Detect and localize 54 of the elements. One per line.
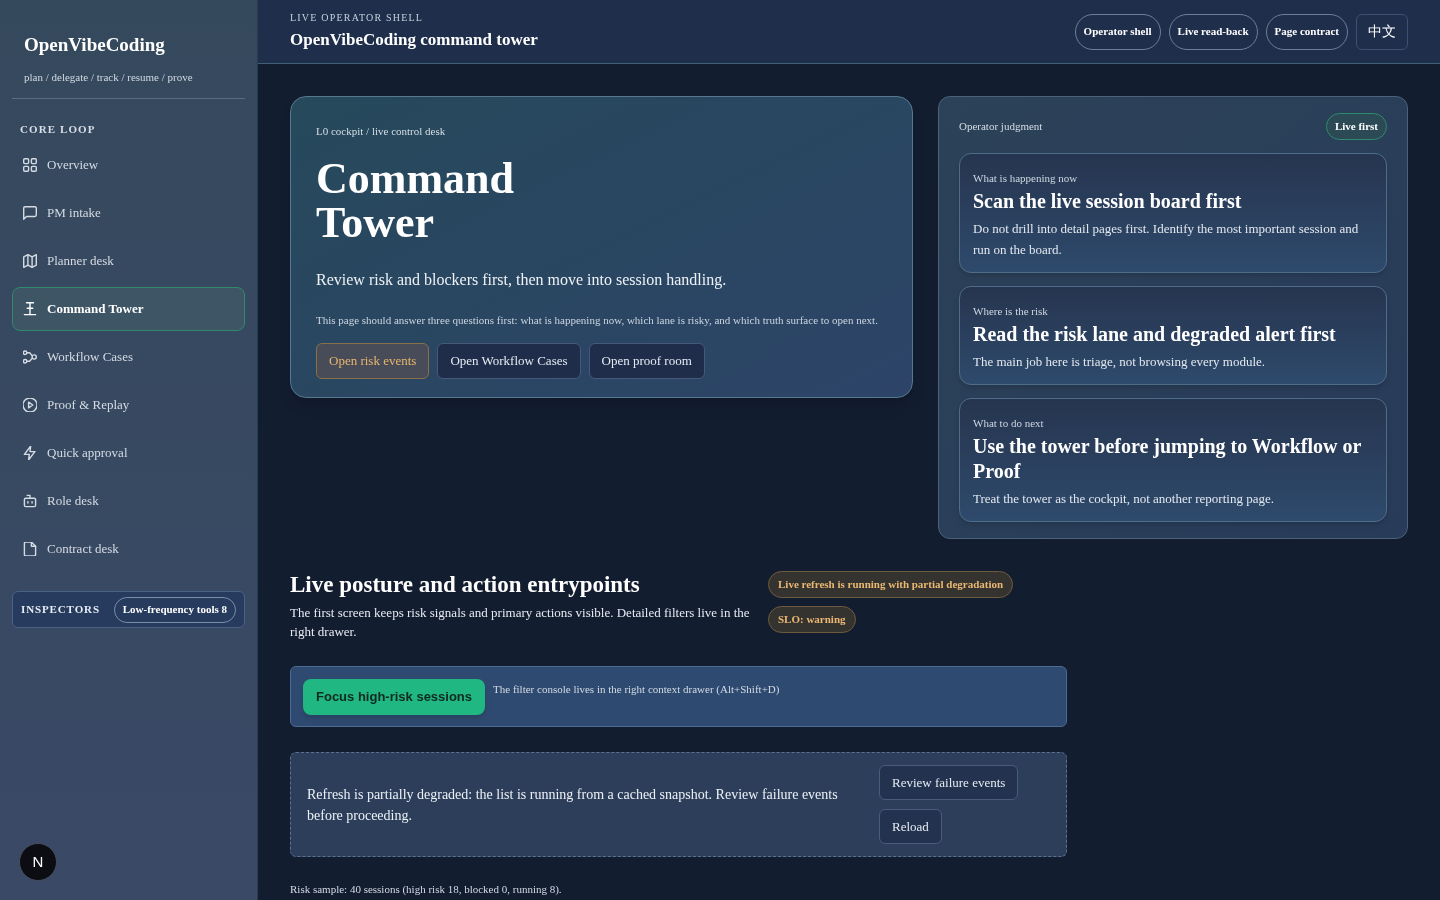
card-label: Where is the risk — [973, 304, 1049, 318]
action-button[interactable]: Open Workflow Cases — [437, 343, 581, 379]
card-title: Read the risk lane and degraded alert first — [973, 322, 1337, 347]
panel-title: Operator judgment — [959, 119, 1043, 135]
alert-button[interactable]: Review failure events — [879, 765, 1019, 800]
card-label: What is happening now — [973, 171, 1079, 185]
nav-item[interactable]: Command Tower — [12, 287, 245, 331]
card-text: The main job here is triage, not browsing every module. — [973, 353, 1267, 371]
nav-item[interactable]: Role desk — [12, 479, 245, 523]
file-icon — [23, 542, 37, 556]
nav-item[interactable]: PM intake — [12, 191, 245, 235]
nav-item[interactable]: Quick approval — [12, 431, 245, 475]
alert-message: Refresh is partially degraded: the list is running from a cached snapshot. Review failure events before proceeding. — [307, 785, 839, 825]
footer-note: Risk sample: 40 sessions (high risk 18, blocked 0, running 8). — [290, 883, 563, 895]
filter-note: The filter console lives in the right context drawer (Alt+Shift+D) — [493, 682, 780, 697]
status-badge: Live first — [1325, 113, 1387, 140]
grid-icon — [23, 158, 37, 172]
section-label: INSPECTORS — [21, 602, 100, 618]
play-icon — [23, 398, 37, 412]
lightning-icon — [23, 446, 37, 460]
action-button[interactable]: Open proof room — [588, 343, 705, 379]
nav-item[interactable]: Proof & Replay — [12, 383, 245, 427]
alert-button[interactable]: Reload — [879, 809, 942, 844]
hero-note: This page should answer three questions first: what is happening now, which lane is risky, and which truth surface to open next. — [316, 313, 879, 328]
hero-subtitle: Review risk and blockers first, then move into session handling. — [316, 270, 728, 291]
section-label: CORE LOOP — [19, 122, 97, 136]
section-description: The first screen keeps risk signals and primary actions visible. Detailed filters live in the right drawer. — [290, 604, 751, 641]
hero-title: Command Tower — [316, 157, 516, 245]
nav-item[interactable]: Workflow Cases — [12, 335, 245, 379]
card-text: Treat the tower as the cockpit, not another reporting page. — [973, 490, 1275, 508]
page-title: OpenVibeCoding command tower — [290, 29, 538, 51]
card-title: Scan the live session board first — [973, 189, 1243, 214]
card-title: Use the tower before jumping to Workflow or Proof — [973, 434, 1362, 484]
language-button[interactable]: 中文 — [1356, 13, 1408, 50]
nav-item[interactable]: Overview — [12, 143, 245, 187]
status-badge: Live refresh is running with partial degradation — [768, 571, 1014, 598]
dev-badge-button[interactable]: N — [19, 843, 57, 881]
action-button[interactable]: Open risk events — [316, 343, 430, 379]
card-label: What to do next — [973, 416, 1045, 430]
tagline: plan / delegate / track / resume / prove — [24, 70, 194, 84]
robot-icon — [23, 494, 37, 508]
brand-name: OpenVibeCoding — [24, 33, 166, 57]
message-icon — [23, 206, 37, 220]
map-icon — [23, 254, 37, 268]
eyebrow-text: LIVE OPERATOR SHELL — [290, 12, 425, 24]
focus-button[interactable]: Focus high-risk sessions — [303, 679, 486, 715]
nav-item[interactable]: Contract desk — [12, 527, 245, 571]
tower-icon — [23, 302, 37, 316]
status-badge: SLO: warning — [768, 606, 856, 633]
section-title: Live posture and action entrypoints — [290, 571, 641, 599]
eyebrow-text: L0 cockpit / live control desk — [316, 124, 447, 139]
card-text: Do not drill into detail pages first. Identify the most important session and run on the board. — [973, 220, 1360, 259]
nodes-icon — [23, 350, 37, 364]
nav-item[interactable]: Planner desk — [12, 239, 245, 283]
